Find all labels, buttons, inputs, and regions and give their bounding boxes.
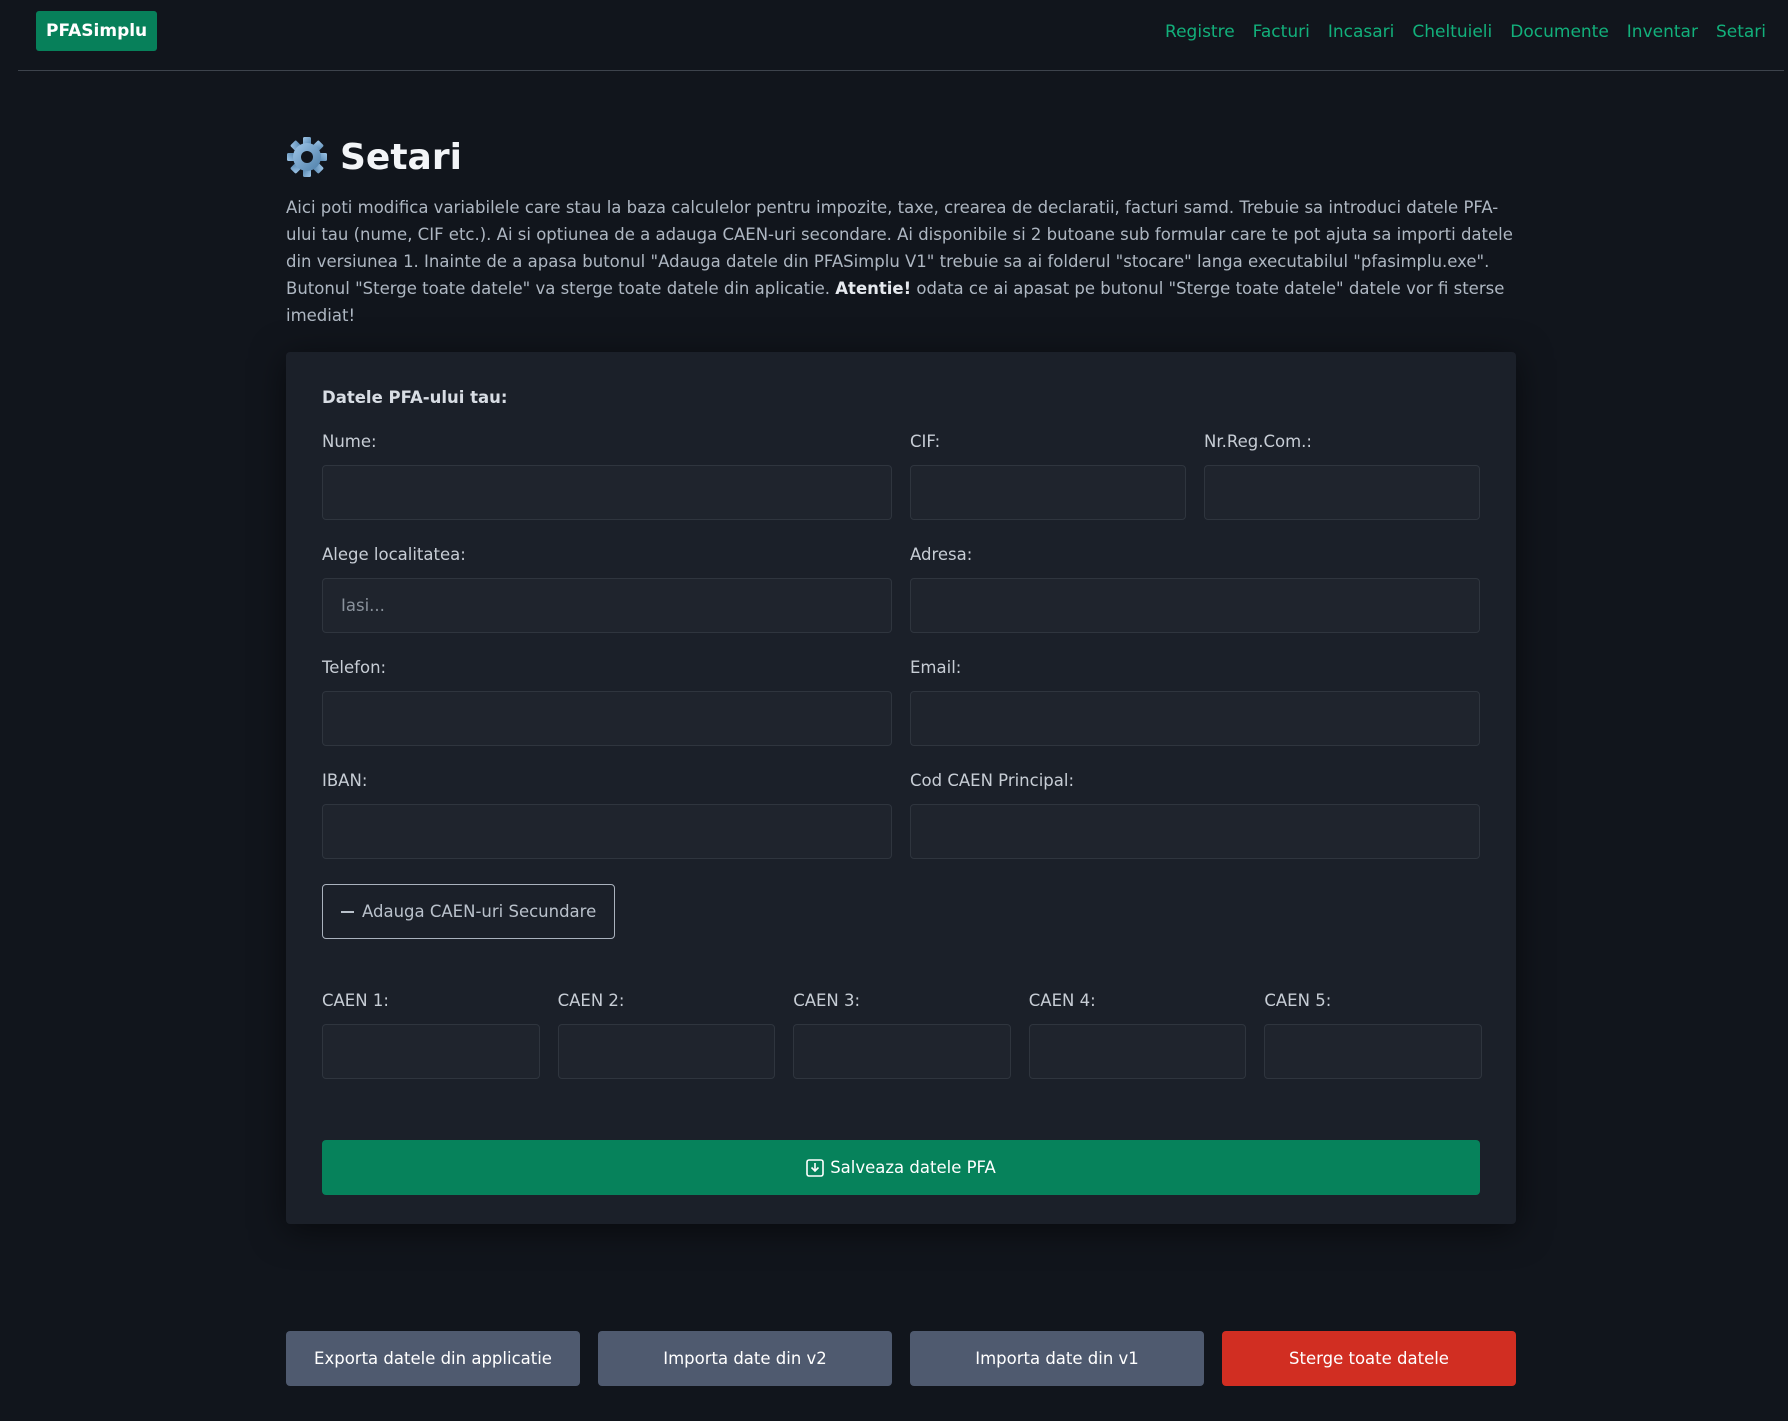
nav-facturi[interactable]: Facturi bbox=[1253, 22, 1310, 42]
caen-3-label: CAEN 3: bbox=[793, 991, 861, 1010]
field-iban: IBAN: bbox=[322, 771, 892, 859]
field-telefon: Telefon: bbox=[322, 658, 892, 746]
caen-1-input[interactable] bbox=[322, 1024, 540, 1079]
nav-setari[interactable]: Setari bbox=[1716, 22, 1766, 42]
iban-input[interactable] bbox=[322, 804, 892, 859]
field-adresa: Adresa: bbox=[910, 545, 1480, 633]
iban-label: IBAN: bbox=[322, 771, 368, 790]
caen-5-input[interactable] bbox=[1264, 1024, 1482, 1079]
title-row: Setari bbox=[286, 122, 1516, 192]
caen-2-label: CAEN 2: bbox=[557, 991, 625, 1010]
import-v1-button[interactable]: Importa date din v1 bbox=[910, 1331, 1204, 1386]
add-caen-button[interactable]: Adauga CAEN-uri Secundare bbox=[322, 884, 616, 939]
caen-1-label: CAEN 1: bbox=[322, 991, 389, 1010]
field-nr-reg-com: Nr.Reg.Com.: bbox=[1204, 432, 1480, 520]
nr-reg-com-label: Nr.Reg.Com.: bbox=[1204, 432, 1312, 451]
save-pfa-button-label: Salveaza datele PFA bbox=[830, 1158, 996, 1177]
page-intro: Aici poti modifica variabilele care stau… bbox=[286, 194, 1516, 329]
field-caen-4: CAEN 4: bbox=[1028, 991, 1247, 1079]
minus-icon bbox=[341, 910, 354, 913]
form-row-4: IBAN: Cod CAEN Principal: bbox=[322, 771, 1480, 859]
field-caen-5: CAEN 5: bbox=[1264, 991, 1482, 1079]
nav-inventar[interactable]: Inventar bbox=[1627, 22, 1698, 42]
caen-principal-input[interactable] bbox=[910, 804, 1480, 859]
gear-icon bbox=[286, 136, 328, 178]
form-row-3: Telefon: Email: bbox=[322, 658, 1480, 746]
nav-incasari[interactable]: Incasari bbox=[1328, 22, 1395, 42]
pfa-form-card: Datele PFA-ului tau: Nume: CIF: Nr.Reg.C… bbox=[286, 352, 1516, 1224]
localitate-label: Alege localitatea: bbox=[322, 545, 466, 564]
nume-label: Nume: bbox=[322, 432, 377, 451]
telefon-input[interactable] bbox=[322, 691, 892, 746]
page-header: Setari Aici poti modifica variabilele ca… bbox=[286, 110, 1516, 329]
cif-input[interactable] bbox=[910, 465, 1186, 520]
add-caen-wrap: Adauga CAEN-uri Secundare bbox=[322, 884, 1480, 939]
field-localitate: Alege localitatea: bbox=[322, 545, 892, 633]
page-title: Setari bbox=[340, 136, 462, 178]
nr-reg-com-input[interactable] bbox=[1204, 465, 1480, 520]
brand-logo[interactable]: PFASimplu bbox=[36, 11, 158, 51]
field-email: Email: bbox=[910, 658, 1480, 746]
form-row-2: Alege localitatea: Adresa: bbox=[322, 545, 1480, 633]
save-download-icon bbox=[806, 1158, 824, 1177]
caen-3-input[interactable] bbox=[793, 1024, 1011, 1079]
save-pfa-button[interactable]: Salveaza datele PFA bbox=[322, 1140, 1480, 1195]
top-navbar: PFASimplu Registre Facturi Incasari Chel… bbox=[18, 0, 1784, 71]
form-section-title: Datele PFA-ului tau: bbox=[322, 388, 508, 407]
add-caen-button-label: Adauga CAEN-uri Secundare bbox=[362, 902, 597, 921]
cif-label: CIF: bbox=[910, 432, 941, 451]
save-wrap: Salveaza datele PFA bbox=[322, 1140, 1480, 1195]
import-v2-button[interactable]: Importa date din v2 bbox=[598, 1331, 892, 1386]
export-data-button[interactable]: Exporta datele din applicatie bbox=[286, 1331, 580, 1386]
pfa-form: Datele PFA-ului tau: Nume: CIF: Nr.Reg.C… bbox=[322, 388, 1482, 1195]
telefon-label: Telefon: bbox=[322, 658, 387, 677]
field-caen-2: CAEN 2: bbox=[557, 991, 776, 1079]
nav-registre[interactable]: Registre bbox=[1165, 22, 1235, 42]
field-nume: Nume: bbox=[322, 432, 892, 520]
localitate-input[interactable] bbox=[322, 578, 892, 633]
intro-warning: Atentie! bbox=[835, 279, 912, 298]
caen-4-label: CAEN 4: bbox=[1028, 991, 1096, 1010]
adresa-input[interactable] bbox=[910, 578, 1480, 633]
adresa-label: Adresa: bbox=[910, 545, 973, 564]
email-input[interactable] bbox=[910, 691, 1480, 746]
email-label: Email: bbox=[910, 658, 962, 677]
nav-cheltuieli[interactable]: Cheltuieli bbox=[1412, 22, 1492, 42]
caen-principal-label: Cod CAEN Principal: bbox=[910, 771, 1075, 790]
data-actions: Exporta datele din applicatie Importa da… bbox=[286, 1331, 1516, 1386]
form-row-1: Nume: CIF: Nr.Reg.Com.: bbox=[322, 432, 1480, 520]
delete-all-button[interactable]: Sterge toate datele bbox=[1222, 1331, 1516, 1386]
caen-2-input[interactable] bbox=[557, 1024, 776, 1079]
caen-4-input[interactable] bbox=[1028, 1024, 1247, 1079]
caen-row: CAEN 1: CAEN 2: CAEN 3: CAEN 4: CAEN 5: bbox=[322, 991, 1482, 1079]
nume-input[interactable] bbox=[322, 465, 892, 520]
field-caen-1: CAEN 1: bbox=[322, 991, 540, 1079]
field-cif: CIF: bbox=[910, 432, 1186, 520]
field-caen-3: CAEN 3: bbox=[793, 991, 1011, 1079]
main-nav: Registre Facturi Incasari Cheltuieli Doc… bbox=[1165, 22, 1766, 42]
field-caen-principal: Cod CAEN Principal: bbox=[910, 771, 1480, 859]
nav-documente[interactable]: Documente bbox=[1510, 22, 1609, 42]
caen-5-label: CAEN 5: bbox=[1264, 991, 1332, 1010]
